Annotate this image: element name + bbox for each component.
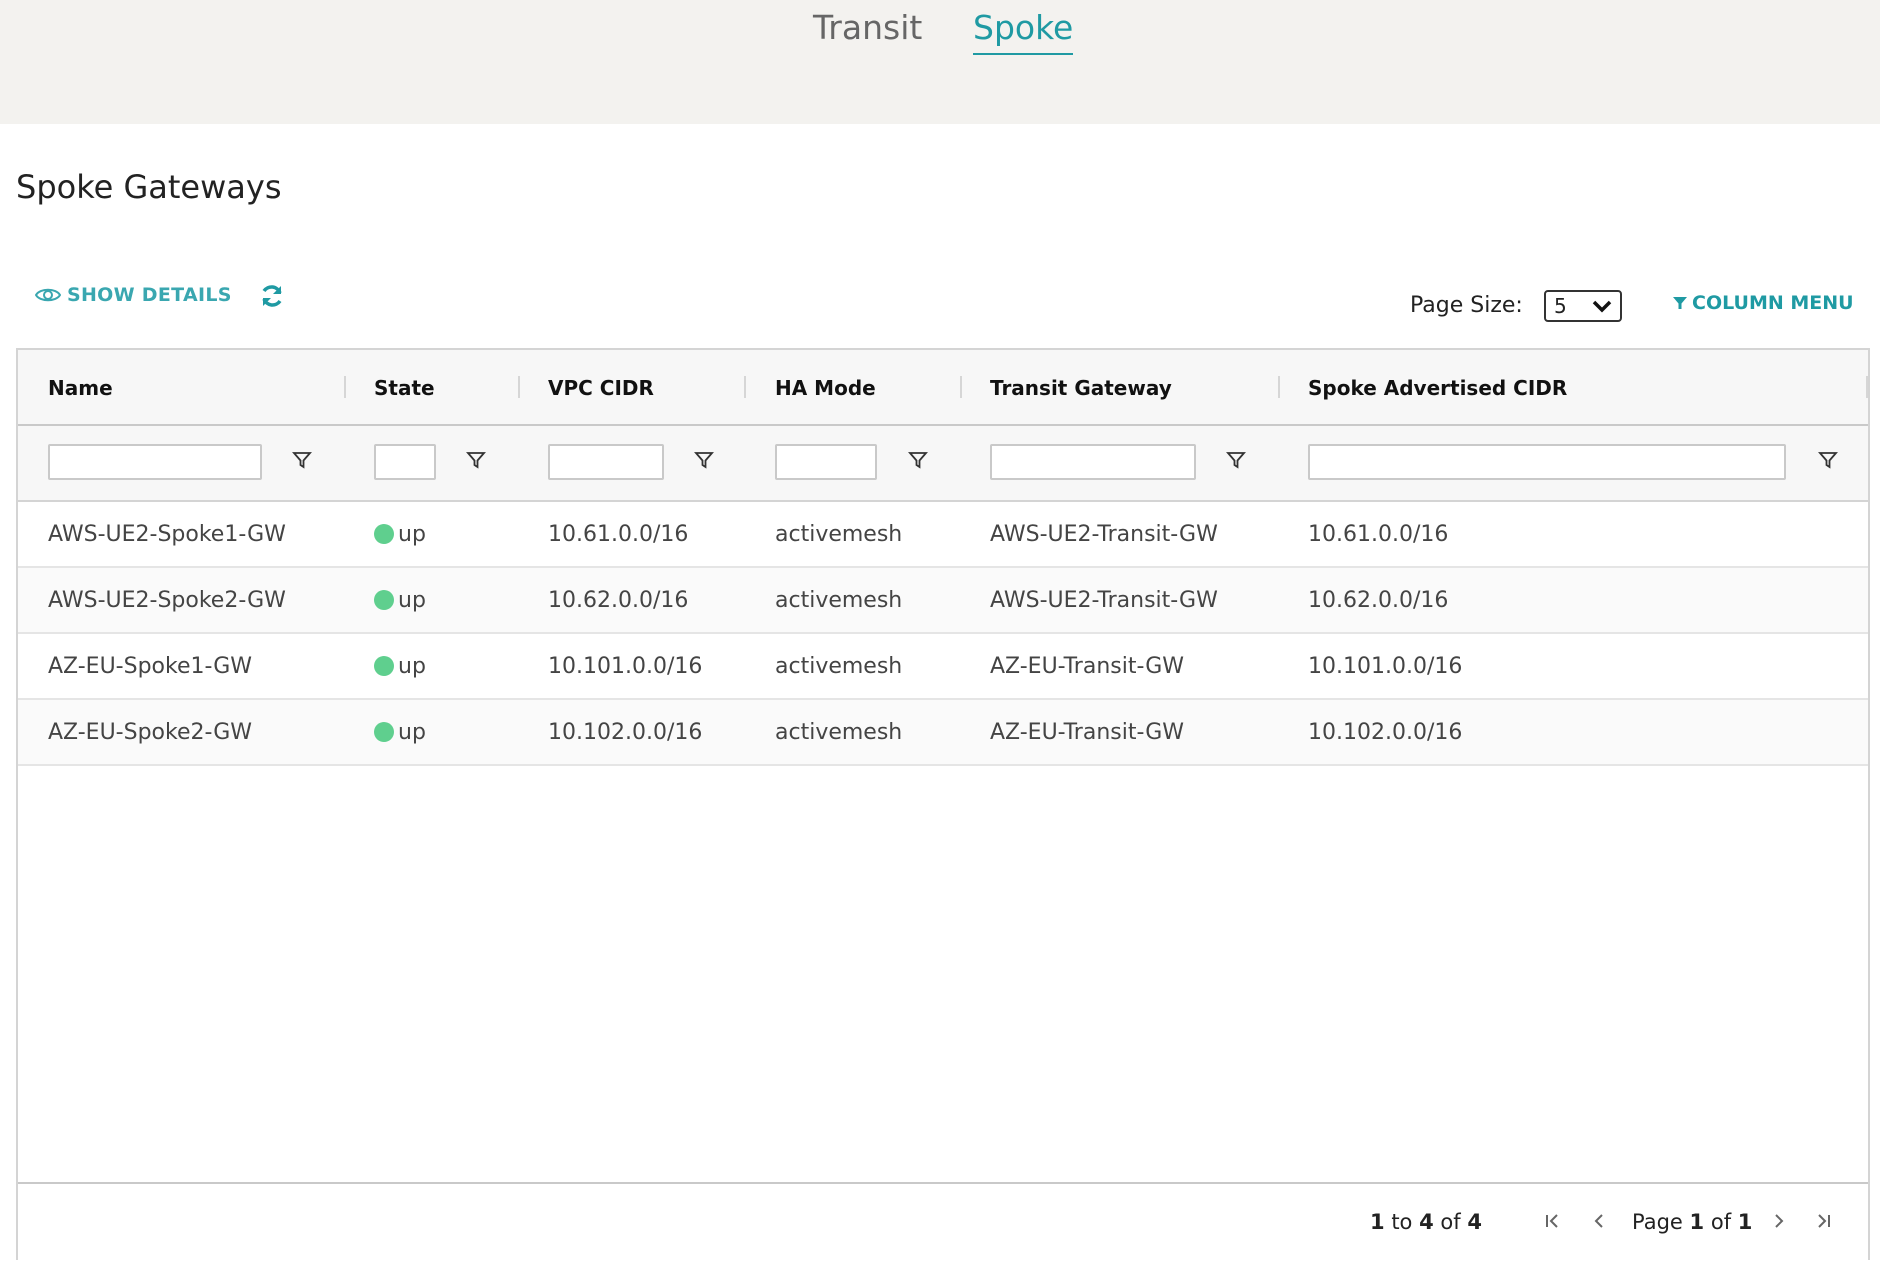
spoke-advertised-cidr-filter-input[interactable] [1308,444,1786,480]
range-of: of [1440,1210,1461,1234]
cell-state: up [374,654,426,679]
filter-icon[interactable] [292,450,312,470]
cell-name: AWS-UE2-Spoke2-GW [48,588,286,613]
column-menu-label: COLUMN MENU [1692,292,1854,314]
column-resize-handle[interactable] [960,376,962,398]
column-header-vpc-cidr[interactable]: VPC CIDR [548,376,654,400]
state-label: up [398,720,426,745]
grid-header: Name State VPC CIDR HA Mode Transit Gate… [18,350,1868,426]
cell-transit-gateway: AWS-UE2-Transit-GW [990,522,1218,547]
page-indicator: Page 1 of 1 [1632,1210,1752,1234]
tab-transit[interactable]: Transit [813,8,922,47]
column-resize-handle[interactable] [1866,376,1868,398]
cell-ha-mode: activemesh [775,588,903,613]
cell-state: up [374,720,426,745]
cell-ha-mode: activemesh [775,654,903,679]
previous-page-icon[interactable] [1590,1212,1608,1230]
top-tab-bar: Transit Spoke [0,0,1880,124]
vpc-cidr-filter-input[interactable] [548,444,664,480]
range-end: 4 [1419,1210,1434,1234]
row-count-summary: 1 to 4 of 4 [1370,1210,1482,1234]
column-header-transit-gateway[interactable]: Transit Gateway [990,376,1172,400]
filter-icon[interactable] [1818,450,1838,470]
cell-vpc-cidr: 10.62.0.0/16 [548,588,689,613]
table-row[interactable]: AWS-UE2-Spoke2-GW up 10.62.0.0/16 active… [18,568,1868,634]
show-details-button[interactable]: SHOW DETAILS [35,284,232,306]
state-label: up [398,654,426,679]
page-label: Page [1632,1210,1683,1234]
cell-name: AWS-UE2-Spoke1-GW [48,522,286,547]
page-size-select[interactable]: 5 [1544,290,1622,322]
cell-spoke-advertised-cidr: 10.61.0.0/16 [1308,522,1449,547]
status-up-icon [374,590,394,610]
show-details-label: SHOW DETAILS [67,284,232,306]
cell-transit-gateway: AWS-UE2-Transit-GW [990,588,1218,613]
eye-icon [35,288,61,302]
column-resize-handle[interactable] [744,376,746,398]
filter-icon[interactable] [1226,450,1246,470]
cell-spoke-advertised-cidr: 10.102.0.0/16 [1308,720,1463,745]
page-of: of [1710,1210,1732,1234]
page-size-value: 5 [1554,294,1567,318]
state-label: up [398,522,426,547]
filter-icon [1673,297,1687,309]
refresh-icon [262,285,282,307]
column-header-state[interactable]: State [374,376,435,400]
cell-ha-mode: activemesh [775,720,903,745]
cell-name: AZ-EU-Spoke2-GW [48,720,253,745]
ha-mode-filter-input[interactable] [775,444,877,480]
filter-row [18,426,1868,502]
page-current: 1 [1689,1210,1705,1234]
cell-vpc-cidr: 10.101.0.0/16 [548,654,703,679]
column-resize-handle[interactable] [344,376,346,398]
page-size-label: Page Size: [1410,293,1523,318]
chevron-down-icon [1592,300,1612,313]
cell-name: AZ-EU-Spoke1-GW [48,654,253,679]
first-page-icon[interactable] [1544,1212,1562,1230]
table-row[interactable]: AWS-UE2-Spoke1-GW up 10.61.0.0/16 active… [18,502,1868,568]
state-label: up [398,588,426,613]
column-resize-handle[interactable] [518,376,520,398]
tab-spoke[interactable]: Spoke [973,8,1074,55]
column-resize-handle[interactable] [1278,376,1280,398]
range-start: 1 [1370,1210,1385,1234]
last-page-icon[interactable] [1814,1212,1832,1230]
refresh-button[interactable] [258,282,286,314]
cell-vpc-cidr: 10.61.0.0/16 [548,522,689,547]
table-row[interactable]: AZ-EU-Spoke1-GW up 10.101.0.0/16 activem… [18,634,1868,700]
cell-spoke-advertised-cidr: 10.101.0.0/16 [1308,654,1463,679]
column-header-spoke-advertised-cidr[interactable]: Spoke Advertised CIDR [1308,376,1567,400]
status-up-icon [374,656,394,676]
table-row[interactable]: AZ-EU-Spoke2-GW up 10.102.0.0/16 activem… [18,700,1868,766]
range-total: 4 [1467,1210,1482,1234]
cell-state: up [374,522,426,547]
cell-spoke-advertised-cidr: 10.62.0.0/16 [1308,588,1449,613]
column-menu-button[interactable]: COLUMN MENU [1672,292,1854,314]
cell-ha-mode: activemesh [775,522,903,547]
page-total: 1 [1737,1210,1753,1234]
name-filter-input[interactable] [48,444,262,480]
next-page-icon[interactable] [1770,1212,1788,1230]
cell-transit-gateway: AZ-EU-Transit-GW [990,720,1185,745]
state-filter-input[interactable] [374,444,436,480]
cell-vpc-cidr: 10.102.0.0/16 [548,720,703,745]
page-title: Spoke Gateways [16,168,282,206]
cell-state: up [374,588,426,613]
column-header-ha-mode[interactable]: HA Mode [775,376,876,400]
column-header-name[interactable]: Name [48,376,113,400]
grid-pagination-footer: 1 to 4 of 4 Page 1 of 1 [18,1182,1868,1260]
transit-gateway-filter-input[interactable] [990,444,1196,480]
filter-icon[interactable] [694,450,714,470]
status-up-icon [374,524,394,544]
filter-icon[interactable] [908,450,928,470]
filter-icon[interactable] [466,450,486,470]
cell-transit-gateway: AZ-EU-Transit-GW [990,654,1185,679]
spoke-gateways-grid: Name State VPC CIDR HA Mode Transit Gate… [16,348,1870,1260]
range-to: to [1391,1210,1413,1234]
status-up-icon [374,722,394,742]
